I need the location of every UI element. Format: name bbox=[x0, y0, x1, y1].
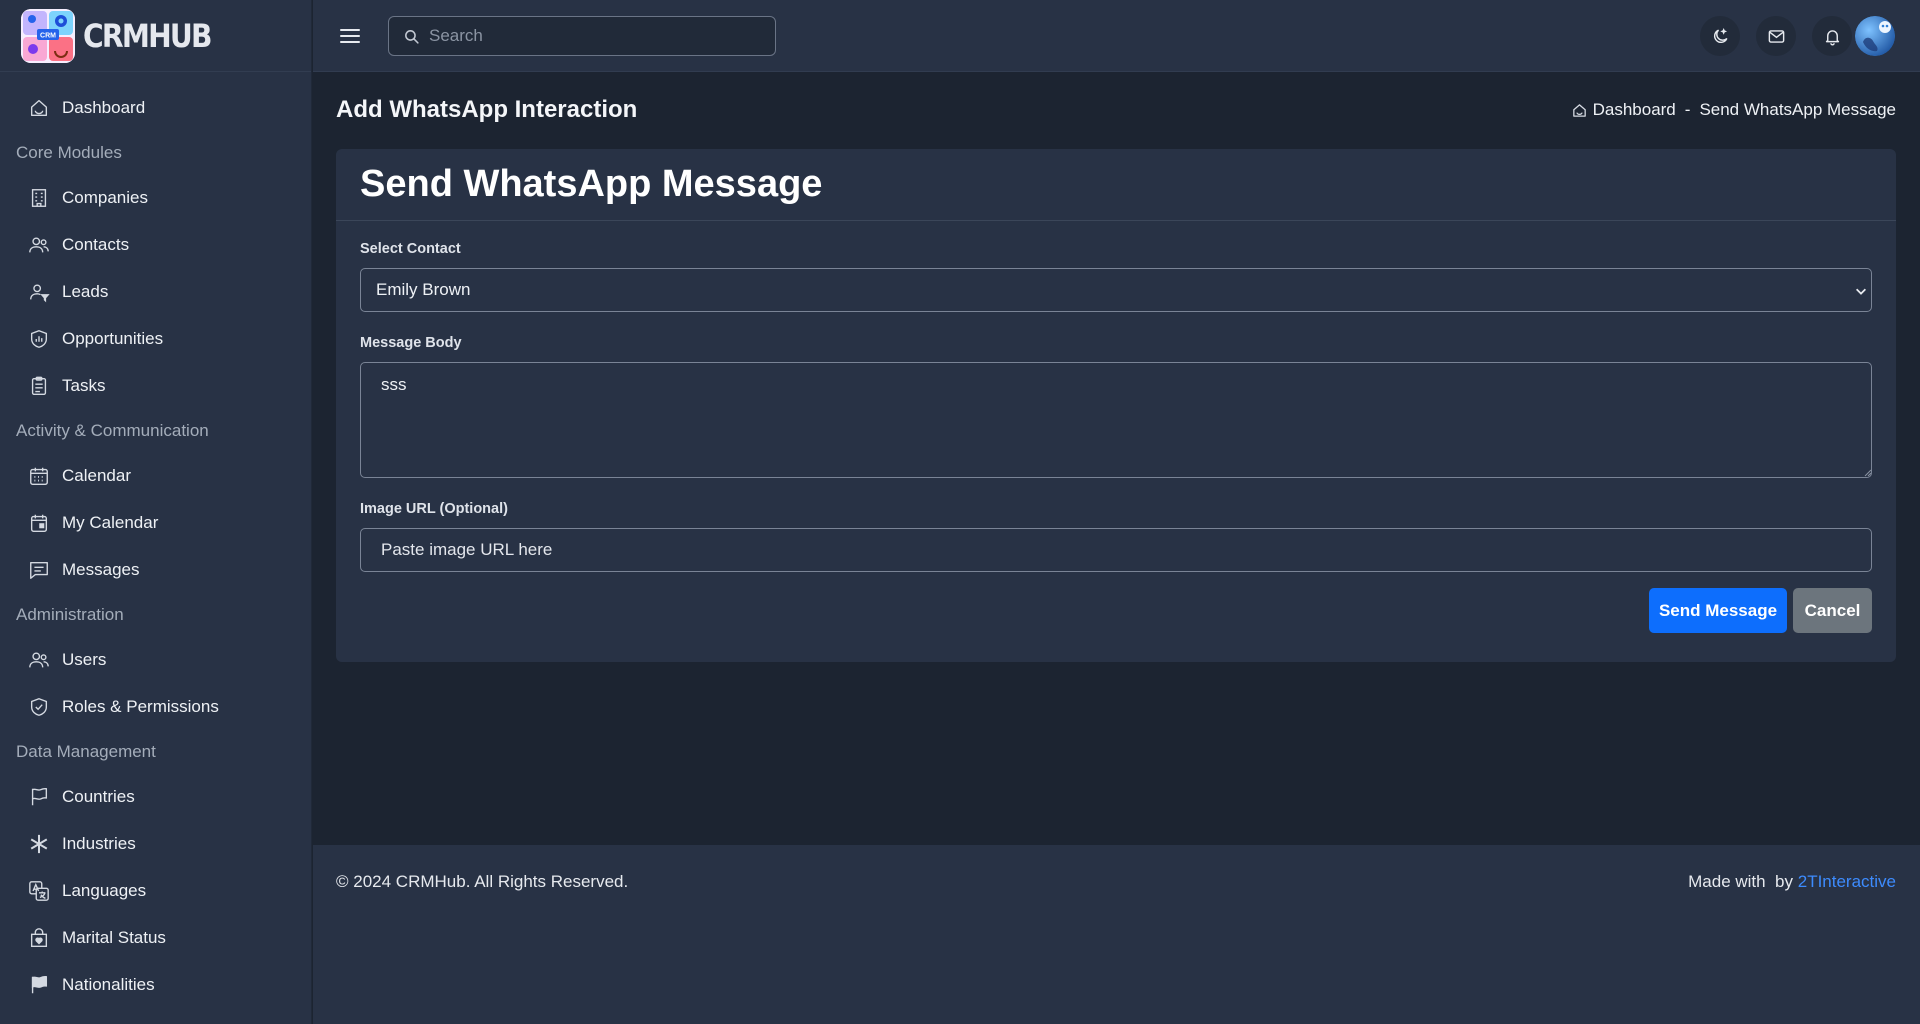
sidebar-item-calendar[interactable]: Calendar bbox=[0, 452, 311, 499]
card-title: Send WhatsApp Message bbox=[360, 163, 823, 205]
person-filter-icon bbox=[28, 281, 50, 303]
sidebar-item-languages[interactable]: Languages bbox=[0, 867, 311, 914]
chat-icon bbox=[28, 559, 50, 581]
made-with-text: Made with by bbox=[1688, 872, 1798, 891]
sidebar-item-label: Countries bbox=[62, 786, 135, 806]
brand[interactable]: CRM CRMHUB bbox=[0, 0, 311, 72]
breadcrumb-separator: - bbox=[1684, 100, 1691, 119]
crmhub-logo: CRM bbox=[21, 8, 75, 63]
asterisk-icon bbox=[28, 833, 50, 855]
mail-icon bbox=[1767, 27, 1786, 46]
mail-button[interactable] bbox=[1756, 16, 1796, 56]
sidebar-item-label: My Calendar bbox=[62, 512, 159, 532]
sidebar-item-countries[interactable]: Countries bbox=[0, 773, 311, 820]
theme-toggle-button[interactable] bbox=[1700, 16, 1740, 56]
chart-shield-icon bbox=[28, 328, 50, 350]
image-url-label: Image URL (Optional) bbox=[360, 501, 508, 517]
sidebar-item-leads[interactable]: Leads bbox=[0, 268, 311, 315]
user-avatar[interactable] bbox=[1855, 16, 1895, 56]
flag-icon bbox=[28, 786, 50, 808]
sidebar-item-nationalities[interactable]: Nationalities bbox=[0, 961, 311, 1008]
sidebar-item-roles-permissions[interactable]: Roles & Permissions bbox=[0, 683, 311, 730]
sidebar-item-contacts[interactable]: Contacts bbox=[0, 221, 311, 268]
translate-icon bbox=[28, 880, 50, 902]
people-icon bbox=[28, 234, 50, 256]
footer-made-with: Made with by 2TInteractive bbox=[1688, 872, 1896, 892]
shield-check-icon bbox=[28, 696, 50, 718]
sidebar-section-data-management: Data Management bbox=[16, 741, 156, 761]
clipboard-icon bbox=[28, 375, 50, 397]
message-body-textarea[interactable]: sss bbox=[360, 362, 1872, 478]
contact-select[interactable]: Emily Brown bbox=[360, 268, 1872, 312]
svg-text:CRM: CRM bbox=[40, 32, 56, 39]
moon-stars-icon bbox=[1711, 27, 1730, 46]
cancel-button[interactable]: Cancel bbox=[1793, 588, 1872, 633]
image-url-input[interactable] bbox=[360, 528, 1872, 572]
sidebar-item-industries[interactable]: Industries bbox=[0, 820, 311, 867]
sidebar-item-label: Leads bbox=[62, 281, 109, 301]
sidebar-item-marital-status[interactable]: Marital Status bbox=[0, 914, 311, 961]
calendar-event-icon bbox=[28, 512, 50, 534]
select-contact-label: Select Contact bbox=[360, 241, 461, 257]
page-title: Add WhatsApp Interaction bbox=[336, 96, 638, 123]
flag-fill-icon bbox=[28, 974, 50, 996]
message-body-label: Message Body bbox=[360, 335, 462, 351]
sidebar-item-label: Nationalities bbox=[62, 974, 155, 994]
hamburger-menu-icon[interactable] bbox=[338, 24, 362, 48]
sidebar-item-messages[interactable]: Messages bbox=[0, 546, 311, 593]
breadcrumb: Dashboard - Send WhatsApp Message bbox=[1571, 100, 1896, 120]
sidebar-item-companies[interactable]: Companies bbox=[0, 174, 311, 221]
sidebar-item-tasks[interactable]: Tasks bbox=[0, 362, 311, 409]
resize-grip-icon[interactable] bbox=[1862, 467, 1872, 477]
home-icon bbox=[1571, 102, 1588, 119]
sidebar-item-label: Contacts bbox=[62, 234, 130, 254]
top-header bbox=[313, 0, 1920, 72]
sidebar-item-label: Users bbox=[62, 649, 107, 669]
calendar-icon bbox=[28, 465, 50, 487]
chevron-down-icon bbox=[1854, 284, 1868, 298]
people-icon bbox=[28, 649, 50, 671]
company-link[interactable]: 2TInteractive bbox=[1798, 872, 1896, 891]
dashboard-icon bbox=[28, 97, 50, 119]
brand-name: CRMHUB bbox=[83, 16, 212, 55]
notifications-button[interactable] bbox=[1812, 16, 1852, 56]
sidebar-nav: Dashboard Core Modules Companies Contact… bbox=[0, 72, 311, 1008]
sidebar-item-dashboard[interactable]: Dashboard bbox=[0, 84, 311, 131]
sidebar-item-label: Roles & Permissions bbox=[62, 696, 219, 716]
send-message-button[interactable]: Send Message bbox=[1649, 588, 1787, 633]
sidebar-item-label: Opportunities bbox=[62, 328, 164, 348]
bell-icon bbox=[1823, 27, 1842, 46]
breadcrumb-dashboard-link[interactable]: Dashboard bbox=[1593, 100, 1676, 120]
contact-select-value: Emily Brown bbox=[376, 280, 471, 299]
sidebar-item-label: Calendar bbox=[62, 465, 131, 485]
sidebar-item-label: Languages bbox=[62, 880, 147, 900]
search-input[interactable] bbox=[429, 26, 775, 46]
whatsapp-form-card: Send WhatsApp Message Select Contact Emi… bbox=[336, 149, 1896, 662]
card-header: Send WhatsApp Message bbox=[336, 149, 1896, 221]
search-box[interactable] bbox=[388, 16, 776, 56]
sidebar-item-label: Industries bbox=[62, 833, 136, 853]
bag-heart-icon bbox=[28, 927, 50, 949]
sidebar-item-label: Tasks bbox=[62, 375, 106, 395]
building-icon bbox=[28, 187, 50, 209]
breadcrumb-current: Send WhatsApp Message bbox=[1699, 100, 1896, 119]
search-icon bbox=[403, 28, 420, 45]
sidebar-item-label: Messages bbox=[62, 559, 140, 579]
sidebar-item-label: Marital Status bbox=[62, 927, 166, 947]
sidebar: CRM CRMHUB Dashboard Core Modules Compan… bbox=[0, 0, 312, 1024]
footer: © 2024 CRMHub. All Rights Reserved. Made… bbox=[313, 845, 1920, 1024]
footer-copyright: © 2024 CRMHub. All Rights Reserved. bbox=[336, 872, 629, 891]
sidebar-section-core-modules: Core Modules bbox=[16, 142, 122, 162]
sidebar-section-administration: Administration bbox=[16, 604, 124, 624]
sidebar-item-users[interactable]: Users bbox=[0, 636, 311, 683]
sidebar-section-activity: Activity & Communication bbox=[16, 420, 209, 440]
sidebar-item-my-calendar[interactable]: My Calendar bbox=[0, 499, 311, 546]
sidebar-item-opportunities[interactable]: Opportunities bbox=[0, 315, 311, 362]
sidebar-item-label: Companies bbox=[62, 187, 148, 207]
sidebar-item-label: Dashboard bbox=[62, 97, 146, 117]
